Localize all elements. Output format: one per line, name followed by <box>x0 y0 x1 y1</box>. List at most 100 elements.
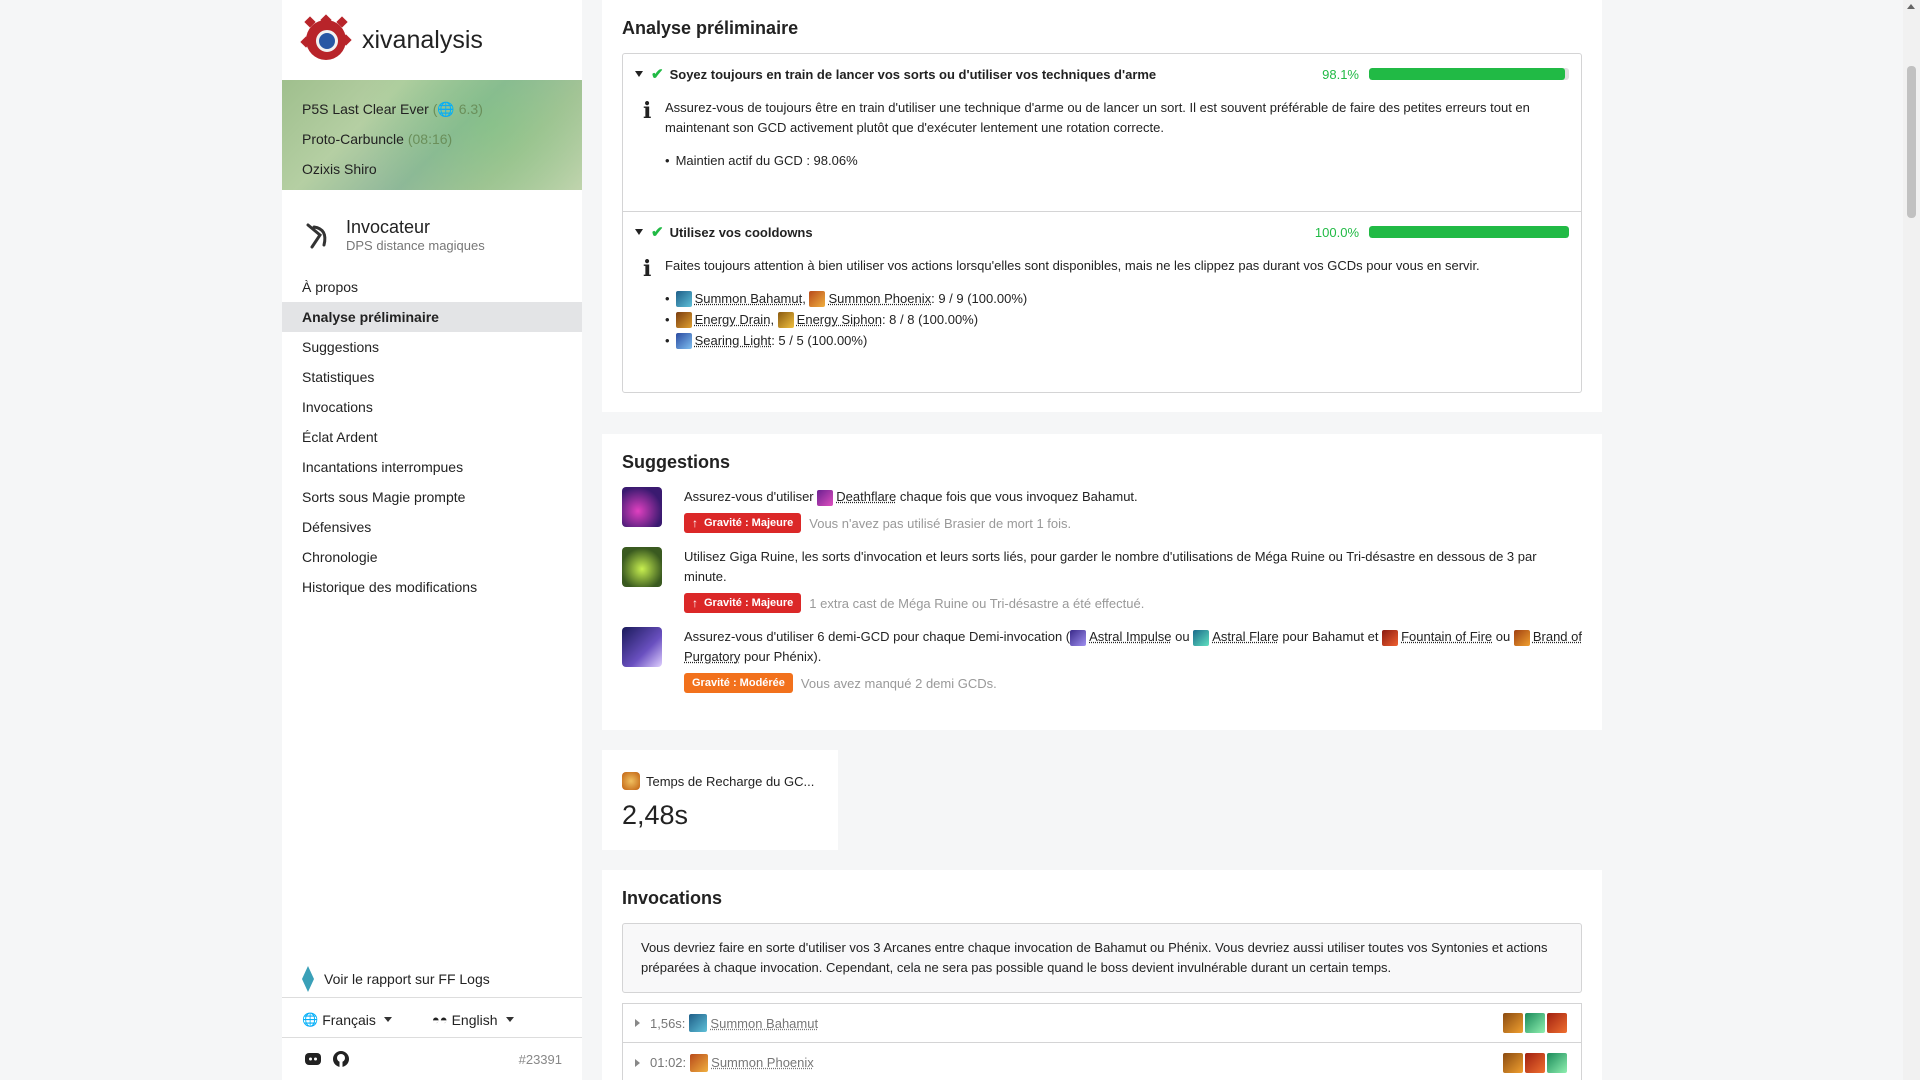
summon-bahamut-link[interactable]: Summon Bahamut <box>695 288 803 309</box>
gcd-stat-card: Temps de Recharge du GC... 2,48s <box>602 750 838 850</box>
invocations-title: Invocations <box>622 888 723 908</box>
summon-row[interactable]: 01:02: Summon Phoenix <box>622 1043 1582 1080</box>
checklist-panel: Analyse préliminaire ✔ Soyez toujours en… <box>602 0 1602 412</box>
patch-label: (🌐 6.3) <box>432 101 483 117</box>
gamepad-icon: ◓◓ <box>431 1012 448 1027</box>
ifrit-icon <box>1547 1013 1567 1033</box>
checklist-title: Analyse préliminaire <box>622 18 799 38</box>
deathflare-icon <box>622 487 662 527</box>
build-number[interactable]: #23391 <box>519 1052 562 1067</box>
summon-phoenix-icon <box>690 1053 709 1072</box>
site-language-dropdown[interactable]: 🌐 Français <box>302 1012 392 1028</box>
expand-icon <box>635 1019 640 1027</box>
checklist-item: ✔ Utilisez vos cooldowns 100.0% i Faites… <box>623 212 1581 392</box>
sidebar-item-invocations[interactable]: Invocations <box>282 392 582 422</box>
searing-light-link[interactable]: Searing Light <box>695 330 772 351</box>
summon-row[interactable]: 1,56s: Summon Bahamut <box>622 1003 1582 1043</box>
suggestion: Utilisez Giga Ruine, les sorts d'invocat… <box>622 547 1582 613</box>
job-header: Invocateur DPS distance magiques <box>282 190 582 260</box>
sidebar-item-analyse-preliminaire[interactable]: Analyse préliminaire <box>282 302 582 332</box>
ifrit-icon <box>1525 1052 1545 1073</box>
discord-icon[interactable] <box>304 1050 322 1068</box>
checklist-item-title: Utilisez vos cooldowns <box>669 224 813 240</box>
brand[interactable]: xivanalysis <box>282 0 582 80</box>
suggestions-title: Suggestions <box>622 452 731 472</box>
expand-icon <box>635 1058 640 1067</box>
sidebar-item-incantations-interrompues[interactable]: Incantations interrompues <box>282 452 582 482</box>
checklist-item-description: Assurez-vous de toujours être en train d… <box>665 100 1530 135</box>
suggestion-text: Assurez-vous d'utiliser 6 demi-GCD pour … <box>684 629 1582 664</box>
checklist-percent: 98.1% <box>1322 66 1359 82</box>
arrow-up-icon: ↑ <box>692 596 698 610</box>
sidebar-item-sorts-magie-prompte[interactable]: Sorts sous Magie prompte <box>282 482 582 512</box>
cooldown-count: : 9 / 9 (100.00%) <box>931 291 1028 306</box>
sidebar-item-chronologie[interactable]: Chronologie <box>282 542 582 572</box>
checklist-item-header[interactable]: ✔ Soyez toujours en train de lancer vos … <box>635 64 1569 84</box>
collapse-icon <box>635 71 643 77</box>
sidebar-item-statistiques[interactable]: Statistiques <box>282 362 582 392</box>
searing-light-icon <box>675 332 692 349</box>
sidebar-nav: À propos Analyse préliminaire Suggestion… <box>282 272 582 602</box>
globe-icon: 🌐 <box>302 1011 319 1027</box>
checklist-bullet: Searing Light : 5 / 5 (100.00%) <box>665 330 1569 351</box>
fight-name: P5S Last Clear Ever <box>302 101 429 117</box>
invocations-panel: Invocations Vous devriez faire en sorte … <box>602 870 1602 1080</box>
sidebar-item-historique[interactable]: Historique des modifications <box>282 572 582 602</box>
sidebar-item-defensives[interactable]: Défensives <box>282 512 582 542</box>
summon-name[interactable]: Summon Phoenix <box>711 1055 814 1070</box>
sidebar-item-eclat-ardent[interactable]: Éclat Ardent <box>282 422 582 452</box>
fflogs-link[interactable]: Voir le rapport sur FF Logs <box>282 960 582 998</box>
xivanalysis-logo-icon <box>300 14 352 64</box>
summon-phoenix-link[interactable]: Summon Phoenix <box>828 288 931 309</box>
github-icon[interactable] <box>332 1050 350 1068</box>
demi-summon-icon <box>622 627 662 667</box>
astral-flare-link[interactable]: Astral Flare <box>1212 629 1278 644</box>
summon-time: 1,56s: <box>650 1015 686 1031</box>
game-language-label: English <box>451 1011 498 1028</box>
astral-impulse-link[interactable]: Astral Impulse <box>1089 629 1171 644</box>
energy-siphon-link[interactable]: Energy Siphon <box>797 309 882 330</box>
player-name: Ozixis Shiro <box>302 161 377 177</box>
report-server-line[interactable]: Proto-Carbuncle (08:16) <box>302 124 562 154</box>
check-icon: ✔ <box>651 224 664 241</box>
deathflare-link[interactable]: Deathflare <box>836 489 896 504</box>
titan-icon <box>1503 1052 1523 1073</box>
energy-siphon-icon <box>777 311 794 328</box>
checklist-bullets: Summon Bahamut, Summon Phoenix : 9 / 9 (… <box>665 288 1569 351</box>
sidebar-item-a-propos[interactable]: À propos <box>282 272 582 302</box>
report-fight-line[interactable]: P5S Last Clear Ever (🌐 6.3) <box>302 94 562 124</box>
checklist-item-body: i Faites toujours attention à bien utili… <box>635 256 1569 351</box>
checklist-bullets: Maintien actif du GCD : 98.06% <box>665 150 1569 171</box>
page-scrollbar[interactable] <box>1903 0 1920 1080</box>
game-language-dropdown[interactable]: ◓◓ English <box>432 1012 514 1028</box>
report-info: P5S Last Clear Ever (🌐 6.3) Proto-Carbun… <box>282 80 582 190</box>
astral-impulse-icon <box>1070 629 1087 646</box>
severity-badge: ↑ Gravité : Majeure <box>684 513 802 533</box>
job-role: DPS distance magiques <box>346 238 485 253</box>
scroll-up-icon[interactable] <box>1907 4 1915 9</box>
suggestion: Assurez-vous d'utiliser 6 demi-GCD pour … <box>622 627 1582 693</box>
energy-drain-link[interactable]: Energy Drain <box>695 309 771 330</box>
fountain-of-fire-link[interactable]: Fountain of Fire <box>1401 629 1492 644</box>
checklist-item-header[interactable]: ✔ Utilisez vos cooldowns 100.0% <box>635 222 1569 242</box>
site-language-label: Français <box>322 1011 376 1028</box>
suggestion-text: Utilisez Giga Ruine, les sorts d'invocat… <box>684 549 1537 584</box>
suggestion-detail: 1 extra cast de Méga Ruine ou Tri-désast… <box>809 595 1145 611</box>
progress-fill <box>1369 68 1566 80</box>
brand-of-purgatory-icon <box>1513 629 1530 646</box>
fountain-of-fire-icon <box>1382 629 1399 646</box>
report-player-line[interactable]: Ozixis Shiro <box>302 154 562 184</box>
cooldown-count: : 8 / 8 (100.00%) <box>881 312 979 327</box>
app-name: xivanalysis <box>362 25 483 54</box>
summon-name[interactable]: Summon Bahamut <box>710 1016 818 1031</box>
deathflare-small-icon <box>817 489 834 506</box>
checklist-bullet: Energy Drain, Energy Siphon : 8 / 8 (100… <box>665 309 1569 330</box>
chevron-down-icon <box>383 1017 392 1022</box>
severity-badge: Gravité : Modérée <box>684 673 793 693</box>
sidebar-item-suggestions[interactable]: Suggestions <box>282 332 582 362</box>
language-bar: 🌐 Français ◓◓ English <box>282 1002 582 1038</box>
progress-fill <box>1369 226 1569 238</box>
scrollbar-thumb[interactable] <box>1907 66 1916 218</box>
garuda-icon <box>1547 1052 1567 1073</box>
fflogs-label: Voir le rapport sur FF Logs <box>324 970 490 987</box>
